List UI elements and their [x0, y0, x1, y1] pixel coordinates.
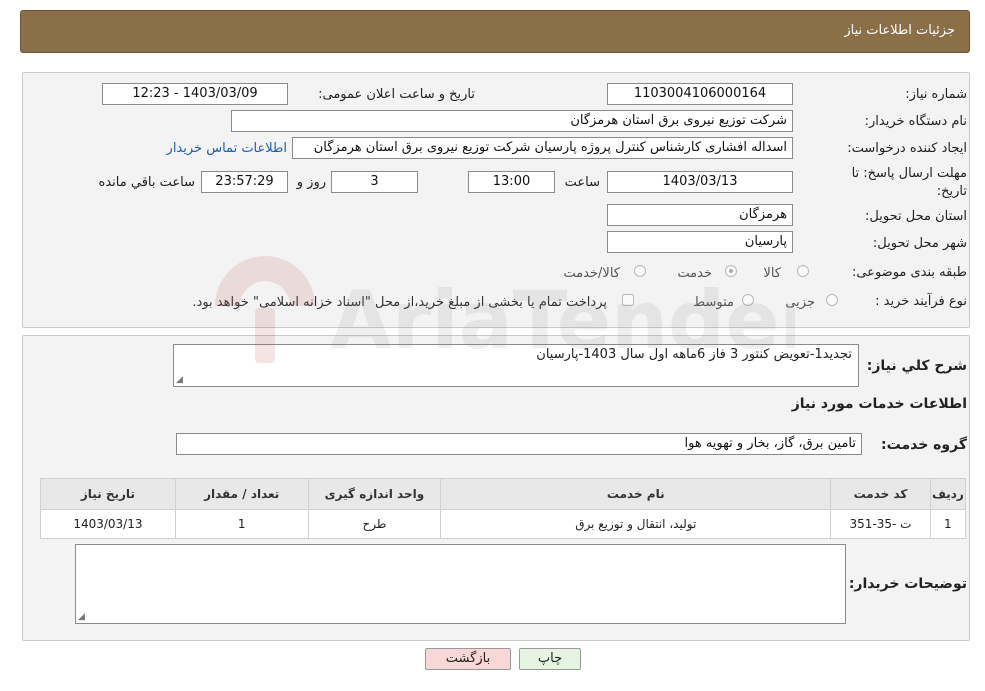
time-remaining-label: ساعت باقي مانده: [98, 175, 195, 190]
col-header-row-number: ردیف: [929, 478, 967, 510]
buyer-org-field[interactable]: شرکت توزیع نیروی برق استان هرمزگان: [231, 110, 793, 132]
creator-label: ایجاد کننده درخواست:: [847, 141, 967, 156]
city-field[interactable]: پارسیان: [607, 231, 793, 253]
purchase-medium-label: متوسط: [693, 295, 734, 310]
cell-unit: طرح: [307, 509, 442, 539]
city-label: شهر محل تحویل:: [872, 236, 967, 251]
services-table: ردیف کد خدمت نام خدمت واحد اندازه گیری ت…: [40, 478, 967, 539]
buyer-notes-textarea[interactable]: ◢: [75, 544, 846, 624]
need-number-label: شماره نیاز:: [905, 87, 967, 102]
province-label: استان محل تحویل:: [865, 209, 967, 224]
creator-field[interactable]: اسداله افشاری کارشناس کنترل پروژه پارسیا…: [292, 137, 793, 159]
category-label: طبقه بندی موضوعی:: [851, 265, 967, 280]
page-header: جزئیات اطلاعات نیاز: [20, 10, 970, 53]
summary-text: تجدید1-تعویض کنتور 3 فاز 6ماهه اول سال 1…: [536, 347, 852, 362]
cell-service-name: تولید، انتقال و توزیع برق: [440, 509, 832, 539]
service-group-field[interactable]: تامین برق، گاز، بخار و تهویه هوا: [176, 433, 862, 455]
col-header-unit: واحد اندازه گیری: [307, 478, 442, 510]
purchase-note: پرداخت تمام یا بخشی از مبلغ خرید،از محل …: [192, 295, 607, 310]
category-goods-service-label: کالا/خدمت: [563, 266, 620, 281]
deadline-time-label: ساعت: [564, 175, 600, 190]
cell-service-code: ت -35-351: [830, 509, 931, 539]
deadline-time-field[interactable]: 13:00: [468, 171, 555, 193]
time-remaining-field[interactable]: 23:57:29: [201, 171, 288, 193]
treasury-payment-checkbox[interactable]: [622, 294, 634, 306]
services-title: اطلاعات خدمات مورد نياز: [791, 396, 967, 412]
purchase-type-label: نوع فرآیند خرید :: [875, 294, 967, 309]
resize-handle-icon[interactable]: ◢: [78, 612, 85, 622]
table-row[interactable]: 1 ت -35-351 تولید، انتقال و توزیع برق طر…: [40, 509, 967, 539]
days-remaining-field[interactable]: 3: [331, 171, 418, 193]
service-group-label: گروه خدمت:: [881, 437, 967, 453]
days-label: روز و: [296, 175, 326, 190]
category-goods-service-radio[interactable]: [634, 265, 646, 277]
col-header-service-code: کد خدمت: [830, 478, 931, 510]
cell-quantity: 1: [174, 509, 309, 539]
category-service-radio[interactable]: [725, 265, 737, 277]
category-goods-radio[interactable]: [797, 265, 809, 277]
announce-date-label: تاریخ و ساعت اعلان عمومی:: [318, 87, 475, 102]
purchase-minor-radio[interactable]: [826, 294, 838, 306]
cell-row-number: 1: [929, 509, 967, 539]
announce-date-field[interactable]: 1403/03/09 - 12:23: [102, 83, 288, 105]
deadline-label-date: تاریخ:: [936, 184, 967, 199]
buyer-notes-label: توضیحات خریدار:: [848, 576, 967, 592]
col-header-need-date: تاریخ نیاز: [40, 478, 176, 510]
resize-handle-icon[interactable]: ◢: [176, 375, 183, 385]
summary-textarea[interactable]: تجدید1-تعویض کنتور 3 فاز 6ماهه اول سال 1…: [173, 344, 859, 387]
purchase-minor-label: جزیی: [785, 295, 815, 310]
need-number-field[interactable]: 1103004106000164: [607, 83, 793, 105]
buyer-contact-link[interactable]: اطلاعات تماس خریدار: [167, 141, 287, 156]
deadline-date-field[interactable]: 1403/03/13: [607, 171, 793, 193]
back-button[interactable]: بازگشت: [425, 648, 511, 670]
page-title: جزئیات اطلاعات نیاز: [844, 23, 955, 38]
deadline-label: مهلت ارسال پاسخ: تا: [851, 166, 967, 181]
col-header-service-name: نام خدمت: [440, 478, 832, 510]
category-service-label: خدمت: [677, 266, 712, 281]
buyer-org-label: نام دستگاه خریدار:: [864, 114, 967, 129]
category-goods-label: کالا: [763, 266, 781, 281]
cell-need-date: 1403/03/13: [40, 509, 176, 539]
print-button[interactable]: چاپ: [519, 648, 581, 670]
table-header-row: ردیف کد خدمت نام خدمت واحد اندازه گیری ت…: [40, 478, 967, 510]
summary-label: شرح کلي نياز:: [866, 358, 967, 374]
purchase-medium-radio[interactable]: [742, 294, 754, 306]
province-field[interactable]: هرمزگان: [607, 204, 793, 226]
col-header-quantity: تعداد / مقدار: [174, 478, 309, 510]
